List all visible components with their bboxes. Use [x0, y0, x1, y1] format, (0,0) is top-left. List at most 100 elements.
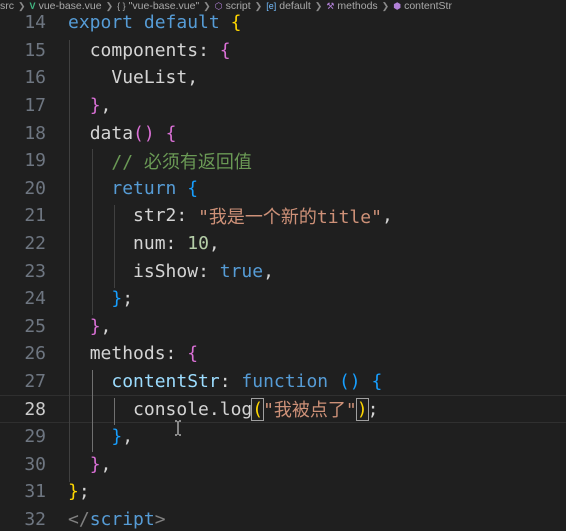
code-line[interactable]: 23 isShow: true,	[0, 257, 566, 285]
code-token: ;	[78, 481, 90, 503]
code-token: }	[89, 453, 101, 475]
line-content: components: {	[68, 37, 231, 65]
line-content: isShow: true,	[68, 257, 274, 285]
code-token: :	[165, 233, 188, 255]
code-token: log	[219, 398, 253, 420]
code-line[interactable]: 27 contentStr: function () {	[0, 368, 566, 396]
line-number: 26	[24, 343, 46, 365]
code-token: script	[89, 508, 155, 530]
line-number: 31	[24, 481, 46, 503]
code-line[interactable]: 17 },	[0, 92, 566, 120]
line-content: contentStr: function () {	[68, 368, 382, 396]
line-content: data() {	[68, 119, 177, 147]
code-token: :	[198, 39, 220, 61]
code-token: (	[251, 397, 265, 421]
indent-guide	[114, 205, 115, 288]
code-line[interactable]: 16 VueList,	[0, 64, 566, 92]
code-token: contentStr	[111, 371, 220, 393]
code-token: }	[111, 426, 123, 448]
line-number: 17	[24, 95, 46, 117]
code-token: }	[89, 95, 101, 117]
code-string: "我被点了"	[263, 400, 357, 422]
line-content: // 必须有返回值	[68, 147, 252, 175]
line-number: 25	[24, 315, 46, 337]
code-token: data	[89, 122, 134, 144]
indent-guide	[114, 398, 115, 425]
code-token: str2	[133, 205, 177, 227]
line-number: 24	[24, 288, 46, 310]
line-content: num: 10,	[68, 230, 220, 258]
code-line[interactable]: 24 };	[0, 285, 566, 313]
code-token: ,	[100, 315, 112, 337]
line-content: };	[68, 285, 133, 313]
indent-guide	[92, 370, 93, 452]
code-token: num	[133, 233, 166, 255]
line-content: return {	[68, 175, 198, 203]
line-number: 19	[24, 150, 46, 172]
line-number: 21	[24, 205, 46, 227]
code-line[interactable]: 32 </script >	[0, 506, 566, 531]
code-token: {	[371, 371, 383, 393]
code-line[interactable]: 19 // 必须有返回值	[0, 147, 566, 175]
code-line[interactable]: 14 export default {	[0, 9, 566, 37]
code-line[interactable]: 20 return {	[0, 175, 566, 203]
code-line[interactable]: 29 },	[0, 423, 566, 451]
code-token: ()	[338, 371, 361, 393]
indent-guide	[92, 149, 93, 315]
code-token: :	[219, 371, 242, 393]
line-content: str2: "我是一个新的title",	[68, 202, 393, 230]
line-number: 20	[24, 177, 46, 199]
code-editor[interactable]: src ❯ V vue-base.vue ❯ { } "vue-base.vue…	[0, 0, 566, 531]
code-line[interactable]: 21 str2: "我是一个新的title",	[0, 202, 566, 230]
code-string: "我是一个新的title"	[198, 206, 382, 228]
line-content: },	[68, 451, 112, 479]
line-number: 15	[24, 39, 46, 61]
text-cursor-icon	[174, 420, 182, 436]
code-token: ,	[381, 205, 393, 227]
line-number: 18	[24, 122, 46, 144]
code-token: export	[68, 12, 134, 34]
code-token: ,	[263, 260, 274, 282]
code-line[interactable]: 31};	[0, 478, 566, 506]
code-token: {	[187, 177, 199, 199]
code-line[interactable]: 25 },	[0, 313, 566, 341]
code-line[interactable]: 26 methods: {	[0, 340, 566, 368]
code-line[interactable]: 15 components: {	[0, 37, 566, 65]
code-line[interactable]: 18 data() {	[0, 119, 566, 147]
code-line[interactable]: 30 },	[0, 451, 566, 479]
code-token: methods	[89, 343, 166, 365]
code-line[interactable]: 22 num: 10,	[0, 230, 566, 258]
code-token: true	[219, 260, 264, 282]
line-number: 16	[24, 67, 46, 89]
code-token: :	[176, 205, 199, 227]
code-token: {	[187, 343, 199, 365]
code-token: ,	[208, 233, 220, 255]
line-number: 14	[24, 12, 46, 34]
code-token: ;	[367, 398, 379, 420]
line-number: 28	[24, 398, 46, 420]
line-content: };	[68, 478, 90, 506]
code-token: </	[68, 508, 90, 530]
code-token: ,	[122, 426, 134, 448]
code-token: {	[165, 122, 177, 144]
code-area[interactable]: 14 export default {15 components: {16 Vue…	[0, 9, 566, 531]
line-content: VueList,	[68, 64, 198, 92]
code-token: >	[154, 508, 166, 530]
code-line[interactable]: 28 console. log("我被点了");	[0, 395, 566, 423]
line-content: export default {	[68, 9, 241, 37]
